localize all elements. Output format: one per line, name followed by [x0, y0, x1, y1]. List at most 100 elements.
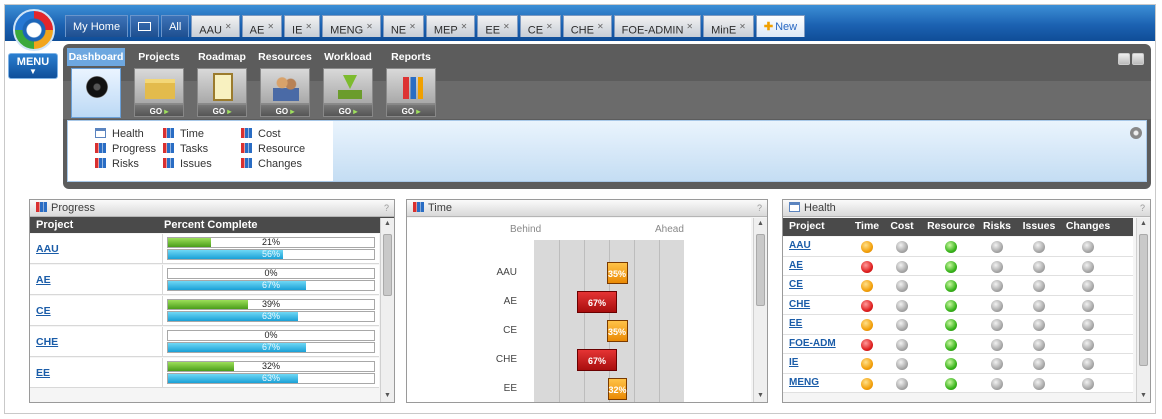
tab-ne[interactable]: NE ✕ — [382, 15, 424, 37]
bar-chart-icon — [163, 128, 174, 138]
tab-label: MEP — [433, 24, 458, 37]
project-link[interactable]: CHE — [789, 299, 810, 310]
time-panel-title: Time — [428, 202, 453, 214]
submenu-item-label: Health — [112, 128, 144, 140]
help-icon[interactable]: ? — [757, 200, 762, 217]
tab-all[interactable]: All — [161, 15, 190, 37]
scroll-down-icon[interactable]: ▼ — [384, 392, 391, 399]
tab-che[interactable]: CHE ✕ — [562, 15, 612, 37]
close-icon[interactable]: ✕ — [503, 22, 510, 31]
submenu-item-health[interactable]: Health — [95, 127, 156, 142]
table-row: CHE 0% 67% — [30, 327, 379, 357]
project-link[interactable]: FOE-ADM — [789, 338, 836, 349]
actual-percent: 0% — [264, 268, 278, 278]
project-link[interactable]: AAU — [789, 240, 811, 251]
scroll-up-icon[interactable]: ▲ — [757, 220, 764, 227]
time-scrollbar[interactable]: ▲ ▼ — [753, 218, 767, 402]
close-icon[interactable]: ✕ — [597, 22, 604, 31]
submenu-item-risks[interactable]: Risks — [95, 157, 156, 172]
submenu-item-time[interactable]: Time — [163, 127, 212, 142]
ribbon-roadmap-button[interactable]: Roadmap GO ▸ — [193, 48, 251, 120]
close-icon[interactable]: ✕ — [225, 22, 232, 31]
window-icon — [95, 128, 106, 138]
ribbon-resources-button[interactable]: Resources GO ▸ — [256, 48, 314, 120]
gear-icon[interactable] — [1130, 127, 1142, 139]
tab-my-home[interactable]: My Home — [65, 15, 129, 37]
tab-mail[interactable] — [130, 15, 160, 37]
go-button[interactable]: GO ▸ — [134, 104, 184, 117]
project-link[interactable]: AE — [36, 274, 51, 286]
project-link[interactable]: EE — [789, 318, 802, 329]
go-button[interactable]: GO ▸ — [386, 104, 436, 117]
time-row-label: CE — [503, 325, 517, 336]
project-link[interactable]: CE — [36, 305, 51, 317]
help-icon[interactable]: ? — [384, 200, 389, 217]
close-icon[interactable]: ✕ — [461, 22, 468, 31]
go-button[interactable]: GO ▸ — [260, 104, 310, 117]
table-row: FOE-ADM — [783, 334, 1133, 354]
ribbon-dashboard-button[interactable]: Dashboard — [67, 48, 125, 120]
tab-meng[interactable]: MENG ✕ — [322, 15, 381, 37]
time-bar: 35% — [606, 262, 628, 284]
submenu-item-issues[interactable]: Issues — [163, 157, 212, 172]
tab-label: All — [169, 21, 182, 33]
tab-label: CE — [527, 24, 544, 37]
ribbon-reports-button[interactable]: Reports GO ▸ — [382, 48, 440, 120]
project-link[interactable]: MENG — [789, 377, 819, 388]
scrollbar-thumb[interactable] — [1139, 234, 1148, 366]
project-link[interactable]: AAU — [36, 243, 59, 255]
close-icon[interactable]: ✕ — [739, 22, 746, 31]
health-scrollbar[interactable]: ▲ ▼ — [1136, 218, 1150, 402]
status-orange-icon — [861, 241, 873, 253]
tab-mep[interactable]: MEP ✕ — [425, 15, 476, 37]
tab-ie[interactable]: IE ✕ — [284, 15, 321, 37]
scroll-up-icon[interactable]: ▲ — [384, 220, 391, 227]
app-logo-icon[interactable] — [13, 9, 55, 51]
project-link[interactable]: EE — [36, 367, 50, 379]
minimize-icon[interactable] — [1118, 53, 1130, 65]
actual-percent: 32% — [261, 361, 280, 371]
help-icon[interactable]: ? — [1140, 200, 1145, 217]
tab-mine[interactable]: MinE ✕ — [703, 15, 754, 37]
close-icon[interactable]: ✕ — [366, 22, 373, 31]
tab-foe-admin[interactable]: FOE-ADMIN ✕ — [613, 15, 702, 37]
ribbon-projects-button[interactable]: Projects GO ▸ — [130, 48, 188, 120]
go-button[interactable]: GO ▸ — [323, 104, 373, 117]
project-link[interactable]: CHE — [36, 336, 58, 348]
tab-label: IE — [292, 24, 303, 37]
scroll-down-icon[interactable]: ▼ — [757, 392, 764, 399]
submenu-item-progress[interactable]: Progress — [95, 142, 156, 157]
tab-new[interactable]: ✚ New — [755, 15, 806, 37]
ribbon-workload-button[interactable]: Workload GO ▸ — [319, 48, 377, 120]
project-link[interactable]: AE — [789, 260, 803, 271]
close-icon[interactable]: ✕ — [546, 22, 553, 31]
menu-button[interactable]: MENU ▼ — [8, 53, 58, 79]
clipboard-icon — [213, 73, 233, 101]
tab-ce[interactable]: CE ✕ — [519, 15, 561, 37]
tab-label: EE — [485, 24, 501, 37]
submenu-item-changes[interactable]: Changes — [241, 157, 305, 172]
status-gray-icon — [1033, 241, 1045, 253]
tab-ae[interactable]: AE ✕ — [241, 15, 283, 37]
scrollbar-thumb[interactable] — [383, 234, 392, 296]
submenu-item-tasks[interactable]: Tasks — [163, 142, 212, 157]
close-icon[interactable]: ✕ — [267, 22, 274, 31]
scroll-up-icon[interactable]: ▲ — [1140, 220, 1147, 227]
submenu-item-resource[interactable]: Resource — [241, 142, 305, 157]
time-row-label: AE — [503, 296, 517, 307]
time-bar-value: 67% — [587, 298, 606, 308]
maximize-icon[interactable] — [1132, 53, 1144, 65]
project-link[interactable]: CE — [789, 279, 803, 290]
scrollbar-thumb[interactable] — [756, 234, 765, 306]
close-icon[interactable]: ✕ — [305, 22, 312, 31]
progress-scrollbar[interactable]: ▲ ▼ — [380, 218, 394, 402]
status-gray-icon — [1033, 338, 1045, 351]
scroll-down-icon[interactable]: ▼ — [1140, 392, 1147, 399]
tab-aau[interactable]: AAU ✕ — [191, 15, 240, 37]
go-button[interactable]: GO ▸ — [197, 104, 247, 117]
tab-ee[interactable]: EE ✕ — [477, 15, 518, 37]
project-link[interactable]: IE — [789, 357, 798, 368]
close-icon[interactable]: ✕ — [686, 22, 693, 31]
close-icon[interactable]: ✕ — [409, 22, 416, 31]
submenu-item-cost[interactable]: Cost — [241, 127, 305, 142]
